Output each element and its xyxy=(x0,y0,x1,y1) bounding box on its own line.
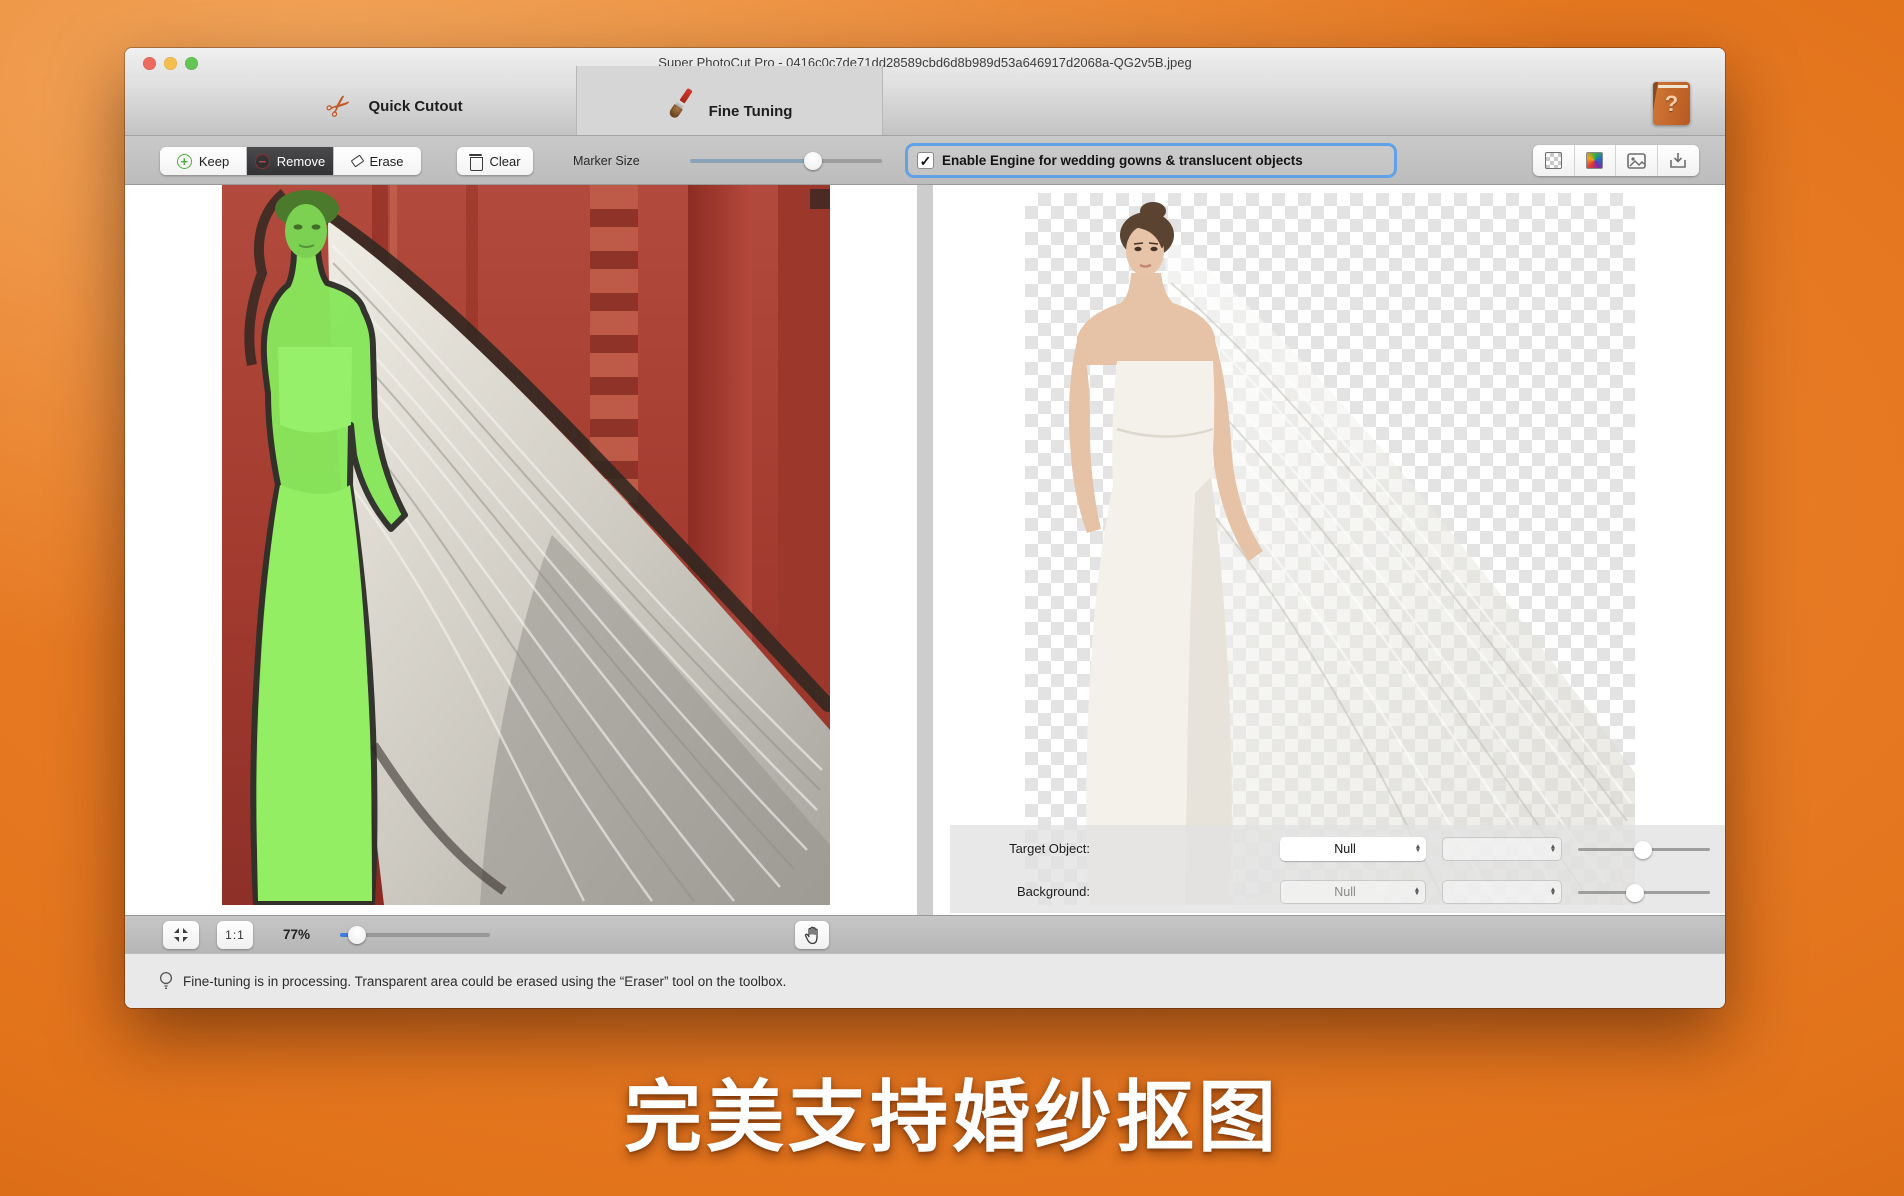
image-background-icon xyxy=(1627,153,1646,169)
erase-button[interactable]: Erase xyxy=(334,147,421,175)
title-bar: Super PhotoCut Pro - 0416c0c7de71dd28589… xyxy=(125,48,1725,78)
zoom-level-value: 77% xyxy=(283,916,310,954)
eraser-icon xyxy=(350,155,364,168)
marker-size-slider[interactable] xyxy=(690,159,882,163)
keep-plus-icon: + xyxy=(177,154,192,169)
panel-divider xyxy=(917,185,933,915)
clear-label: Clear xyxy=(489,154,520,169)
background-value: Null xyxy=(1281,885,1409,899)
target-secondary-select[interactable]: ▲▼ xyxy=(1442,837,1562,861)
remove-label: Remove xyxy=(277,154,325,169)
target-object-select[interactable]: Null ▲▼ xyxy=(1280,837,1426,861)
window-title: Super PhotoCut Pro - 0416c0c7de71dd28589… xyxy=(125,55,1725,70)
target-object-value: Null xyxy=(1280,842,1410,856)
pan-tool-button[interactable] xyxy=(795,921,829,949)
engine-checkbox-label: Enable Engine for wedding gowns & transl… xyxy=(942,153,1303,168)
zoom-bar: 1:1 77% xyxy=(125,915,1725,953)
stepper-icon: ▲▼ xyxy=(1545,888,1561,896)
marker-mode-segment: + Keep − Remove Erase xyxy=(160,147,421,175)
keep-label: Keep xyxy=(199,154,229,169)
status-message: Fine-tuning is in processing. Transparen… xyxy=(183,974,786,989)
zoom-slider[interactable] xyxy=(340,933,490,937)
target-opacity-slider-thumb[interactable] xyxy=(1634,841,1652,859)
marker-size-label: Marker Size xyxy=(573,136,640,186)
color-background-button[interactable] xyxy=(1575,145,1617,176)
target-object-label: Target Object: xyxy=(958,836,1090,862)
source-image-canvas[interactable] xyxy=(222,185,830,905)
result-image-preview xyxy=(1025,193,1635,905)
background-row: Background: Null ▲▼ ▲▼ xyxy=(950,879,1725,905)
hand-icon xyxy=(804,926,821,945)
color-background-icon xyxy=(1586,152,1603,169)
remove-button[interactable]: − Remove xyxy=(247,147,334,175)
stepper-icon: ▲▼ xyxy=(1410,845,1426,853)
tab-fine-tuning-label: Fine Tuning xyxy=(709,103,793,120)
clear-button[interactable]: Clear xyxy=(457,147,533,175)
fit-to-screen-button[interactable] xyxy=(163,921,199,949)
fit-to-screen-icon xyxy=(173,927,189,943)
background-opacity-slider[interactable] xyxy=(1578,891,1710,894)
help-icon: ? xyxy=(1665,91,1678,117)
result-image-art xyxy=(1025,193,1635,905)
status-bar: Fine-tuning is in processing. Transparen… xyxy=(125,953,1725,1008)
tab-quick-cutout-label: Quick Cutout xyxy=(368,98,462,115)
background-label: Background: xyxy=(958,879,1090,905)
marketing-caption: 完美支持婚纱抠图 xyxy=(0,1055,1904,1167)
object-settings-panel: Target Object: Null ▲▼ ▲▼ Background: Nu… xyxy=(950,825,1725,913)
keep-button[interactable]: + Keep xyxy=(160,147,247,175)
remove-minus-icon: − xyxy=(255,154,270,169)
engine-checkbox[interactable]: ✓ xyxy=(917,152,934,169)
tab-quick-cutout[interactable]: ✂ Quick Cutout xyxy=(245,78,545,135)
toolbar: + Keep − Remove Erase Clear Marker Size … xyxy=(125,135,1725,185)
marker-size-slider-thumb[interactable] xyxy=(804,152,822,170)
help-button[interactable]: ? xyxy=(1653,82,1690,125)
paintbrush-icon xyxy=(659,82,700,125)
target-opacity-slider[interactable] xyxy=(1578,848,1710,851)
source-image-art xyxy=(222,185,830,905)
background-select[interactable]: Null ▲▼ xyxy=(1280,880,1426,904)
transparency-grid-icon xyxy=(1545,152,1562,169)
editor-content xyxy=(125,185,1725,915)
scissors-icon: ✂ xyxy=(321,87,360,126)
app-window: Super PhotoCut Pro - 0416c0c7de71dd28589… xyxy=(125,48,1725,1008)
transparency-grid-button[interactable] xyxy=(1533,145,1575,176)
view-mode-segment xyxy=(1533,145,1699,176)
lightbulb-icon xyxy=(159,971,173,991)
actual-size-button[interactable]: 1:1 xyxy=(217,921,253,949)
zoom-slider-thumb[interactable] xyxy=(348,926,366,944)
export-button[interactable] xyxy=(1658,145,1700,176)
engine-checkbox-group[interactable]: ✓ Enable Engine for wedding gowns & tran… xyxy=(905,143,1397,178)
export-icon xyxy=(1669,152,1687,169)
image-background-button[interactable] xyxy=(1616,145,1658,176)
stepper-icon: ▲▼ xyxy=(1545,845,1561,853)
trash-icon xyxy=(469,154,482,169)
background-opacity-slider-thumb[interactable] xyxy=(1626,884,1644,902)
target-object-row: Target Object: Null ▲▼ ▲▼ xyxy=(950,836,1725,862)
erase-label: Erase xyxy=(370,154,404,169)
stepper-icon: ▲▼ xyxy=(1409,888,1425,896)
background-secondary-select[interactable]: ▲▼ xyxy=(1442,880,1562,904)
tab-fine-tuning[interactable]: Fine Tuning xyxy=(576,66,883,135)
